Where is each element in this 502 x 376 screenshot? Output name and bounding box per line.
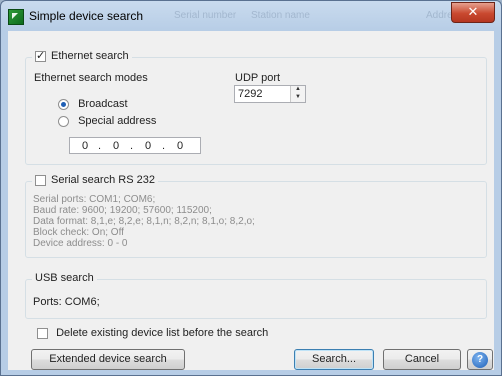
search-button[interactable]: Search... xyxy=(294,349,374,370)
udp-port-input[interactable]: 7292 ▲ ▼ xyxy=(234,85,306,103)
serial-legend: Serial search RS 232 xyxy=(32,174,158,186)
serial-ports-line: Serial ports: COM1; COM6; xyxy=(33,194,156,205)
window-title: Simple device search xyxy=(29,9,144,23)
dialog-body: Ethernet search Ethernet search modes UD… xyxy=(8,31,494,370)
ip-address-input[interactable]: 0 . 0 . 0 . 0 xyxy=(69,137,201,154)
serial-checkbox[interactable] xyxy=(35,174,46,186)
ethernet-checkbox-label: Ethernet search xyxy=(51,50,129,62)
broadcast-radio[interactable] xyxy=(58,98,69,110)
udp-port-label: UDP port xyxy=(235,72,281,84)
ip-dot-3: . xyxy=(162,140,166,152)
data-format-line: Data format: 8,1,e; 8,2,e; 8,1,n; 8,2,n;… xyxy=(33,216,255,227)
ip-octet-2: 0 xyxy=(113,140,120,152)
special-address-label: Special address xyxy=(78,115,157,127)
ethernet-checkbox[interactable] xyxy=(35,49,46,62)
ip-dot-1: . xyxy=(98,140,102,152)
spin-up-icon[interactable]: ▲ xyxy=(291,86,305,94)
udp-port-stepper[interactable]: ▲ ▼ xyxy=(290,86,305,102)
broadcast-option[interactable]: Broadcast xyxy=(58,98,128,110)
delete-list-label: Delete existing device list before the s… xyxy=(56,327,269,339)
help-button[interactable]: ? xyxy=(467,349,493,370)
usb-legend: USB search xyxy=(32,272,97,284)
special-address-radio[interactable] xyxy=(58,115,69,127)
dialog-window: Simple device search Serial number Stati… xyxy=(0,0,502,376)
ethernet-modes-label: Ethernet search modes xyxy=(34,72,148,84)
app-logo-icon xyxy=(8,9,24,25)
extended-search-button[interactable]: Extended device search xyxy=(31,349,185,370)
broadcast-label: Broadcast xyxy=(78,98,128,110)
ip-octet-4: 0 xyxy=(177,140,184,152)
device-address-line: Device address: 0 - 0 xyxy=(33,238,128,249)
ip-octet-3: 0 xyxy=(145,140,152,152)
usb-group: USB search Ports: COM6; xyxy=(25,272,487,319)
block-check-line: Block check: On; Off xyxy=(33,227,124,238)
title-bar[interactable]: Simple device search Serial number Stati… xyxy=(1,1,501,31)
ghost-column-station: Station name xyxy=(251,10,310,21)
cancel-button[interactable]: Cancel xyxy=(383,349,461,370)
special-address-option[interactable]: Special address xyxy=(58,115,156,127)
help-icon: ? xyxy=(472,352,488,368)
ghost-column-serial: Serial number xyxy=(174,10,237,21)
udp-port-value: 7292 xyxy=(238,88,263,100)
ethernet-group: Ethernet search Ethernet search modes UD… xyxy=(25,49,487,165)
ethernet-legend: Ethernet search xyxy=(32,49,132,62)
ip-dot-2: . xyxy=(130,140,134,152)
usb-ports: Ports: COM6; xyxy=(33,296,100,308)
serial-settings: Serial ports: COM1; COM6; Baud rate: 960… xyxy=(33,194,255,249)
close-button[interactable]: ✕ xyxy=(451,2,495,23)
baud-rate-line: Baud rate: 9600; 19200; 57600; 115200; xyxy=(33,205,212,216)
ip-octet-1: 0 xyxy=(82,140,89,152)
spin-down-icon[interactable]: ▼ xyxy=(291,94,305,102)
delete-list-option[interactable]: Delete existing device list before the s… xyxy=(37,327,268,339)
serial-group: Serial search RS 232 Serial ports: COM1;… xyxy=(25,174,487,258)
serial-checkbox-label: Serial search RS 232 xyxy=(51,174,155,186)
delete-list-checkbox[interactable] xyxy=(37,327,48,339)
